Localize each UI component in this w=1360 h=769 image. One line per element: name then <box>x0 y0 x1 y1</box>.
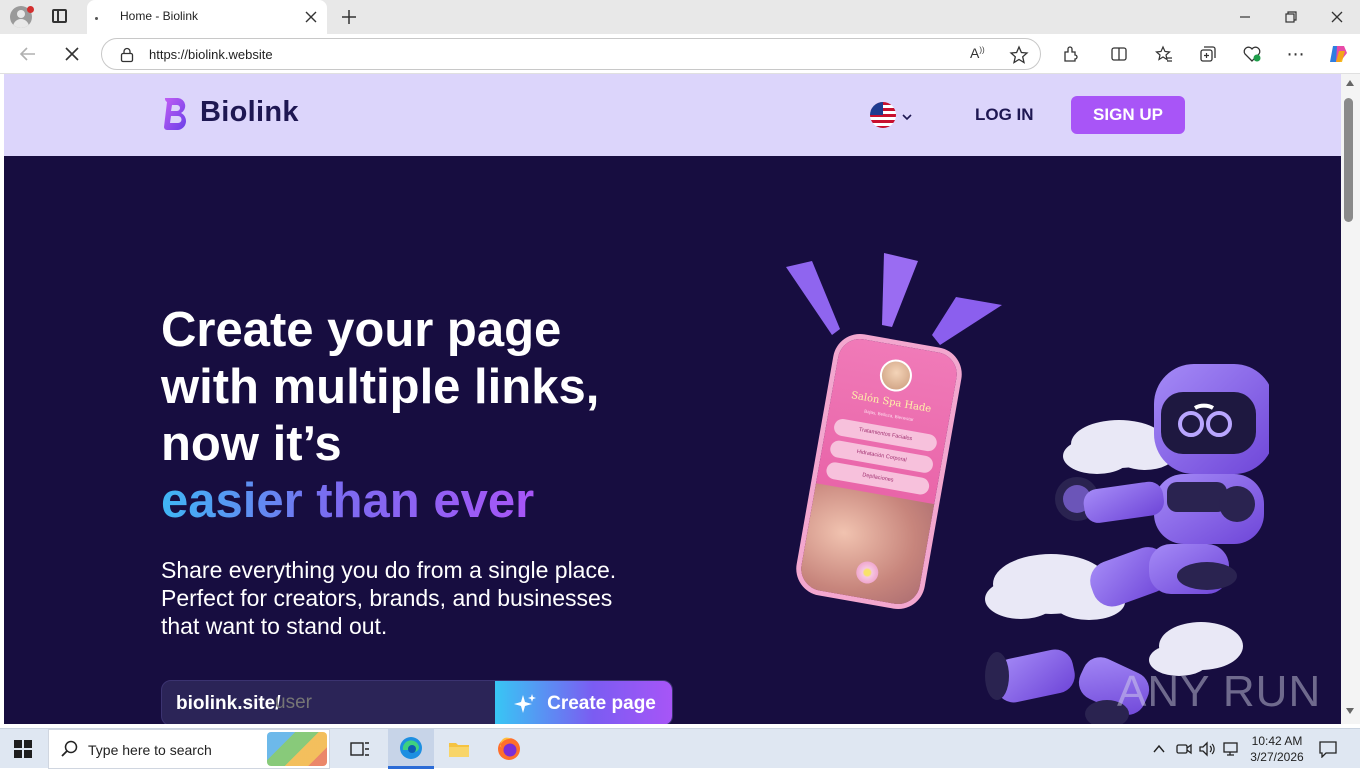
username-form: biolink.site/ Create page <box>161 680 673 724</box>
clock-time: 10:42 AM <box>1251 734 1303 748</box>
search-icon <box>61 740 79 758</box>
stop-loading-icon[interactable] <box>62 44 82 64</box>
anyrun-watermark: ANY RUN <box>1117 664 1327 720</box>
new-tab-icon[interactable] <box>340 8 358 26</box>
network-icon[interactable] <box>1222 741 1240 757</box>
logo-text[interactable]: Biolink <box>200 96 299 129</box>
create-page-label: Create page <box>547 693 656 714</box>
hero-description-line-3: that want to stand out. <box>161 613 388 639</box>
hero-description-line-1: Share everything you do from a single pl… <box>161 557 617 583</box>
lock-icon[interactable] <box>120 47 134 63</box>
login-link[interactable]: LOG IN <box>975 105 1034 125</box>
scroll-up-icon[interactable] <box>1346 80 1354 86</box>
scrollbar-thumb[interactable] <box>1344 98 1353 222</box>
tab-actions-icon[interactable] <box>52 9 67 23</box>
hero-title-highlight: easier than ever <box>161 474 535 528</box>
biolink-logo-icon[interactable] <box>161 96 193 132</box>
hero-title: Create your page with multiple links, no… <box>161 302 681 530</box>
restore-icon[interactable] <box>1282 8 1300 26</box>
edge-icon <box>400 737 422 759</box>
page-viewport: Biolink LOG IN SIGN UP Create your page … <box>4 74 1341 724</box>
us-flag-icon[interactable] <box>870 102 896 128</box>
volume-icon[interactable] <box>1198 741 1216 757</box>
meet-now-icon[interactable] <box>1176 741 1192 757</box>
url-prefix: biolink.site/ <box>176 693 281 714</box>
file-explorer-icon[interactable] <box>448 739 470 759</box>
clock[interactable]: 10:42 AM 3/27/2026 <box>1246 733 1308 767</box>
watermark-text: ANY RUN <box>1117 667 1322 716</box>
site-header: Biolink LOG IN SIGN UP <box>4 74 1341 156</box>
favorites-icon[interactable] <box>1150 40 1178 68</box>
back-icon[interactable] <box>18 44 38 64</box>
split-screen-icon[interactable] <box>1105 40 1133 68</box>
page-scrollbar[interactable] <box>1341 74 1360 724</box>
notification-dot <box>27 6 34 13</box>
windows-start-icon[interactable] <box>14 740 32 758</box>
windows-taskbar: Type here to search 10:42 AM 3/27/2026 <box>0 728 1360 769</box>
hero-description: Share everything you do from a single pl… <box>161 556 681 640</box>
phone-avatar <box>877 356 915 395</box>
minimize-icon[interactable] <box>1236 8 1254 26</box>
notification-center-icon[interactable] <box>1318 740 1338 759</box>
signup-button-label: SIGN UP <box>1093 105 1163 124</box>
username-input[interactable] <box>275 689 475 717</box>
hero-title-line-3: now it’s <box>161 417 342 471</box>
copilot-icon[interactable] <box>1324 40 1352 68</box>
edge-taskbar-button[interactable] <box>388 729 434 769</box>
hero-title-line-2: with multiple links, <box>161 360 600 414</box>
taskbar-search-placeholder: Type here to search <box>88 742 212 758</box>
browser-essentials-icon[interactable] <box>1238 40 1266 68</box>
favorite-star-icon[interactable] <box>1009 45 1029 65</box>
phone-mockup: Salón Spa Hade Bajas, Belleza, Bienestar… <box>797 335 961 608</box>
hero-illustration: Salón Spa Hade Bajas, Belleza, Bienestar… <box>784 249 1274 724</box>
loading-dot-icon <box>95 17 98 20</box>
read-aloud-icon[interactable]: A)) <box>970 45 990 65</box>
close-window-icon[interactable] <box>1328 8 1346 26</box>
chevron-down-icon[interactable] <box>901 109 913 121</box>
extensions-icon[interactable] <box>1057 40 1085 68</box>
hero-description-line-2: Perfect for creators, brands, and busine… <box>161 585 613 611</box>
tab-active[interactable]: Home - Biolink <box>87 0 327 34</box>
sparkle-icon <box>514 694 537 713</box>
burst-shards <box>786 253 1002 345</box>
more-menu-icon[interactable]: ⋯ <box>1282 40 1310 68</box>
address-bar[interactable]: https://biolink.website A)) <box>101 38 1041 70</box>
url-text[interactable]: https://biolink.website <box>149 47 273 62</box>
taskbar-search-box[interactable]: Type here to search <box>48 729 330 769</box>
tray-chevron-up-icon[interactable] <box>1152 742 1166 754</box>
tab-close-icon[interactable] <box>303 9 319 25</box>
collections-icon[interactable] <box>1194 40 1222 68</box>
tab-title: Home - Biolink <box>120 9 199 23</box>
scroll-down-icon[interactable] <box>1346 708 1354 714</box>
signup-button[interactable]: SIGN UP <box>1071 96 1185 134</box>
browser-tab-bar: Home - Biolink <box>0 0 1360 34</box>
firefox-icon[interactable] <box>497 737 521 761</box>
create-page-button[interactable]: Create page <box>495 681 672 724</box>
phone-photo <box>797 483 935 608</box>
hero-title-line-1: Create your page <box>161 303 562 357</box>
search-highlight-icon <box>267 732 327 766</box>
task-view-icon[interactable] <box>350 740 370 758</box>
browser-toolbar: https://biolink.website A)) ⋯ <box>0 34 1360 74</box>
clock-date: 3/27/2026 <box>1250 750 1304 764</box>
